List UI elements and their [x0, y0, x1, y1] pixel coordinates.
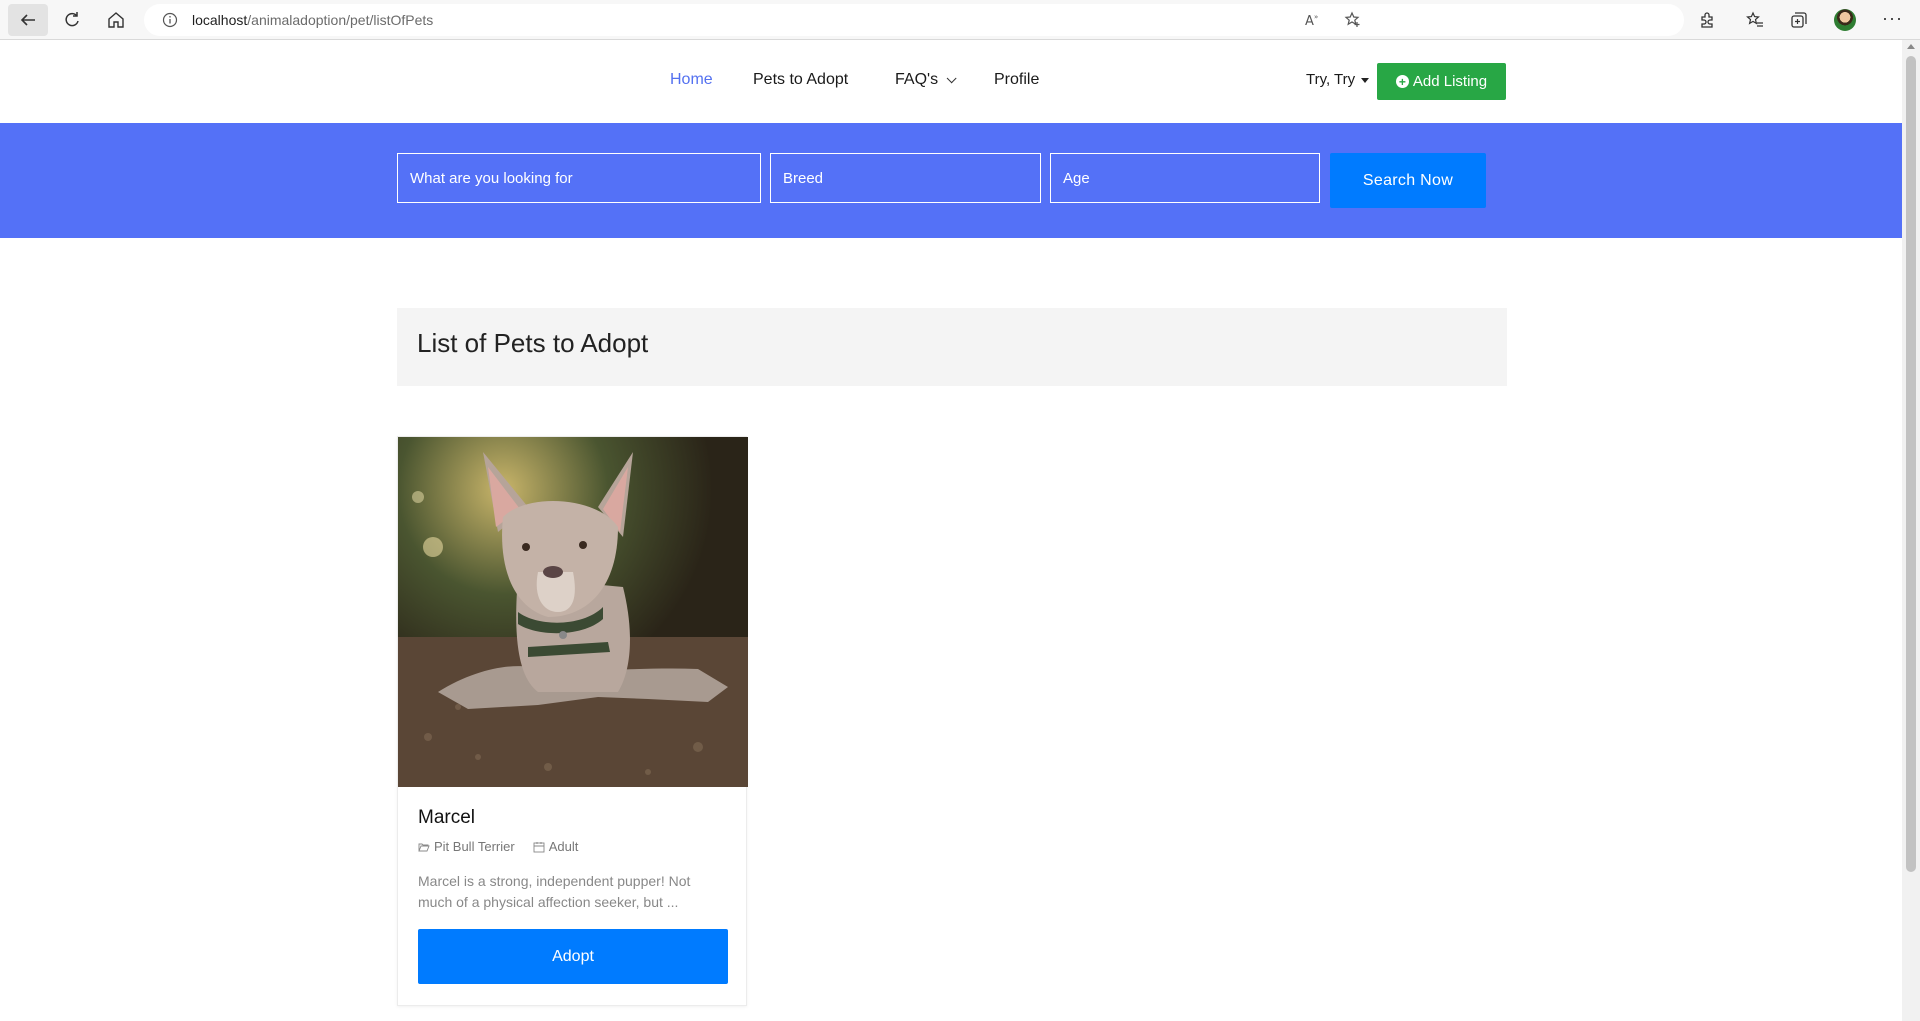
refresh-icon [65, 12, 79, 27]
nav-faqs-dropdown[interactable]: FAQ's [895, 71, 957, 89]
more-options-icon[interactable]: ··· [1882, 8, 1903, 29]
vertical-scrollbar[interactable] [1902, 40, 1920, 1021]
user-name: Try, Try [1306, 71, 1356, 88]
collections-icon[interactable] [1790, 11, 1808, 29]
url-host: localhost [192, 12, 248, 28]
home-button[interactable] [96, 4, 136, 36]
pet-breed: Pit Bull Terrier [418, 839, 515, 854]
svg-text:A: A [1305, 14, 1314, 29]
search-band: What are you looking for Breed Age Searc… [0, 123, 1902, 238]
folder-open-icon [418, 843, 430, 851]
home-icon [108, 12, 124, 28]
add-favorite-icon[interactable] [1344, 11, 1362, 29]
chevron-down-icon [946, 73, 957, 84]
pet-breed-text: Pit Bull Terrier [434, 839, 515, 854]
pet-meta: Pit Bull Terrier Adult [418, 839, 578, 854]
caret-down-icon [1361, 77, 1370, 83]
add-listing-label: Add Listing [1412, 73, 1488, 90]
site-navbar: Home Pets to Adopt FAQ's Profile Try, Tr… [0, 40, 1902, 123]
extensions-icon[interactable] [1698, 11, 1716, 29]
page-title: List of Pets to Adopt [417, 328, 649, 358]
dog-illustration [398, 437, 748, 787]
add-listing-button[interactable]: + Add Listing [1377, 63, 1506, 100]
address-bar[interactable]: localhost/animaladoption/pet/listOfPets … [144, 4, 1684, 36]
pet-age: Adult [533, 839, 579, 854]
nav-faqs-label: FAQ's [895, 71, 939, 88]
pet-description: Marcel is a strong, independent pupper! … [418, 873, 691, 910]
read-aloud-icon[interactable]: A» [1304, 11, 1322, 29]
info-icon [162, 12, 178, 28]
scrollbar-thumb[interactable] [1906, 56, 1916, 872]
nav-pets-to-adopt-link[interactable]: Pets to Adopt [753, 71, 848, 89]
svg-text:»: » [1314, 13, 1318, 21]
pet-photo[interactable] [398, 437, 748, 787]
search-breed-input[interactable]: Breed [770, 153, 1041, 203]
scroll-up-arrow-icon[interactable] [1907, 44, 1915, 49]
pet-name[interactable]: Marcel [418, 807, 475, 829]
url-path: /animaladoption/pet/listOfPets [247, 12, 434, 28]
search-now-button[interactable]: Search Now [1330, 153, 1486, 208]
pet-age-text: Adult [548, 839, 579, 854]
adopt-button[interactable]: Adopt [418, 929, 728, 984]
pet-card: Marcel Pit Bull Terrier Adult Marcel is … [397, 436, 748, 1006]
plus-circle-icon: + [1395, 75, 1409, 88]
search-age-input[interactable]: Age [1050, 153, 1320, 203]
url-text: localhost/animaladoption/pet/listOfPets [192, 12, 433, 28]
search-keyword-input[interactable]: What are you looking for [397, 153, 761, 203]
refresh-button[interactable] [52, 4, 92, 36]
list-header: List of Pets to Adopt [397, 308, 1507, 386]
nav-home-link[interactable]: Home [670, 71, 713, 89]
page-viewport: Home Pets to Adopt FAQ's Profile Try, Tr… [0, 40, 1902, 1021]
browser-profile-avatar[interactable] [1834, 9, 1856, 31]
browser-toolbar: localhost/animaladoption/pet/listOfPets … [0, 0, 1920, 40]
arrow-left-icon [20, 14, 35, 26]
back-button[interactable] [8, 4, 48, 36]
nav-profile-link[interactable]: Profile [994, 71, 1039, 89]
favorites-icon[interactable] [1746, 11, 1764, 29]
calendar-icon [533, 841, 545, 852]
user-menu-dropdown[interactable]: Try, Try [1306, 71, 1370, 88]
